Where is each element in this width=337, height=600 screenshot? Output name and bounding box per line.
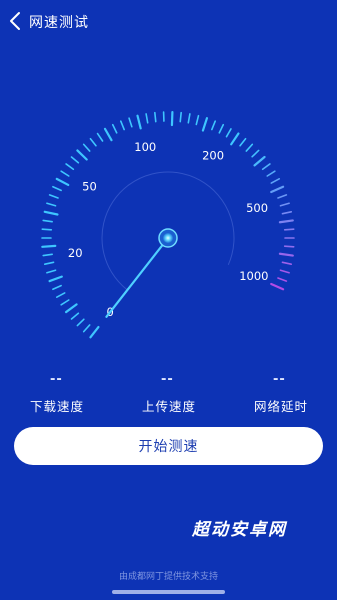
speed-gauge: 020501002005001000 — [41, 110, 295, 339]
gauge-tick — [89, 137, 97, 147]
gauge-tick — [82, 324, 91, 333]
gauge-tick — [218, 123, 225, 134]
gauge-tick — [119, 120, 125, 131]
gauge-scale-label: 1000 — [239, 269, 268, 283]
gauge-tick — [179, 111, 182, 123]
gauge-tick — [211, 120, 217, 131]
gauge-tick — [41, 244, 57, 248]
gauge-tick — [270, 282, 285, 291]
gauge-tick — [60, 170, 70, 177]
watermark-logo: 超动安卓网 — [192, 520, 287, 540]
gauge-tick — [230, 132, 240, 146]
gauge-scale-label: 20 — [68, 246, 83, 260]
gauge-tick — [96, 132, 104, 142]
gauge-tick — [48, 275, 63, 283]
gauge-scale-label: 500 — [246, 201, 268, 215]
gauge-tick — [281, 261, 293, 265]
gauge-tick — [261, 163, 271, 171]
gauge-tick — [154, 111, 157, 123]
gauge-tick — [111, 123, 118, 134]
gauge-tick-marks — [41, 110, 295, 339]
gauge-tick — [76, 149, 88, 161]
home-indicator — [112, 590, 225, 594]
gauge-tick — [251, 149, 260, 158]
gauge-tick — [89, 325, 100, 339]
gauge-tick — [46, 269, 57, 274]
download-speed-value: -- — [50, 372, 63, 387]
latency-label: 网络延时 — [254, 399, 309, 414]
footer-credit: 由成都网丁提供技术支持 — [118, 572, 218, 582]
gauge-tick — [277, 194, 288, 199]
gauge-scale-label: 100 — [134, 140, 156, 154]
gauge-tick — [266, 170, 276, 177]
download-speed-label: 下载速度 — [30, 399, 85, 414]
gauge-tick — [46, 202, 57, 207]
latency-value: -- — [273, 372, 286, 387]
gauge-tick — [195, 114, 200, 126]
gauge-tick — [281, 211, 293, 215]
gauge-tick — [253, 155, 266, 167]
gauge-tick — [239, 137, 247, 147]
gauge-tick — [245, 143, 254, 152]
gauge-tick — [201, 117, 209, 132]
gauge-tick — [283, 228, 295, 231]
upload-speed-value: -- — [161, 372, 174, 387]
gauge-tick — [145, 113, 149, 124]
start-test-button-label: 开始测速 — [138, 439, 199, 455]
upload-speed-label: 上传速度 — [142, 399, 197, 414]
gauge-tick — [70, 312, 80, 320]
gauge-tick — [42, 219, 53, 223]
gauge-tick — [278, 252, 294, 257]
gauge-scale-label: 200 — [202, 149, 224, 163]
gauge-tick — [128, 117, 133, 128]
gauge-needle — [105, 236, 170, 318]
gauge-hub — [163, 233, 173, 243]
gauge-tick — [64, 303, 78, 314]
gauge-tick — [43, 261, 55, 265]
gauge-tick — [278, 219, 294, 224]
gauge-tick — [55, 177, 70, 187]
gauge-tick — [225, 128, 232, 138]
start-test-button[interactable]: 开始测速 — [14, 427, 323, 465]
gauge-scale-label: 50 — [82, 179, 97, 193]
gauge-tick — [42, 253, 53, 257]
gauge-tick — [283, 245, 295, 248]
gauge-tick — [41, 228, 53, 231]
gauge-tick — [52, 284, 62, 291]
gauge-tick — [103, 127, 113, 142]
gauge-tick — [270, 178, 281, 184]
gauge-tick — [60, 299, 70, 306]
gauge-tick — [43, 210, 59, 216]
gauge-tick — [279, 269, 290, 274]
gauge-tick — [70, 156, 80, 164]
gauge-tick — [65, 163, 75, 171]
gauge-tick — [55, 292, 66, 298]
gauge-tick — [136, 114, 142, 130]
gauge-tick — [52, 185, 62, 192]
gauge-tick — [82, 143, 91, 152]
gauge-tick — [76, 318, 85, 327]
gauge-tick — [48, 194, 59, 199]
gauge-tick — [277, 277, 288, 282]
gauge-tick — [187, 113, 191, 124]
gauge-tick — [279, 202, 290, 207]
gauge-tick — [270, 185, 285, 194]
